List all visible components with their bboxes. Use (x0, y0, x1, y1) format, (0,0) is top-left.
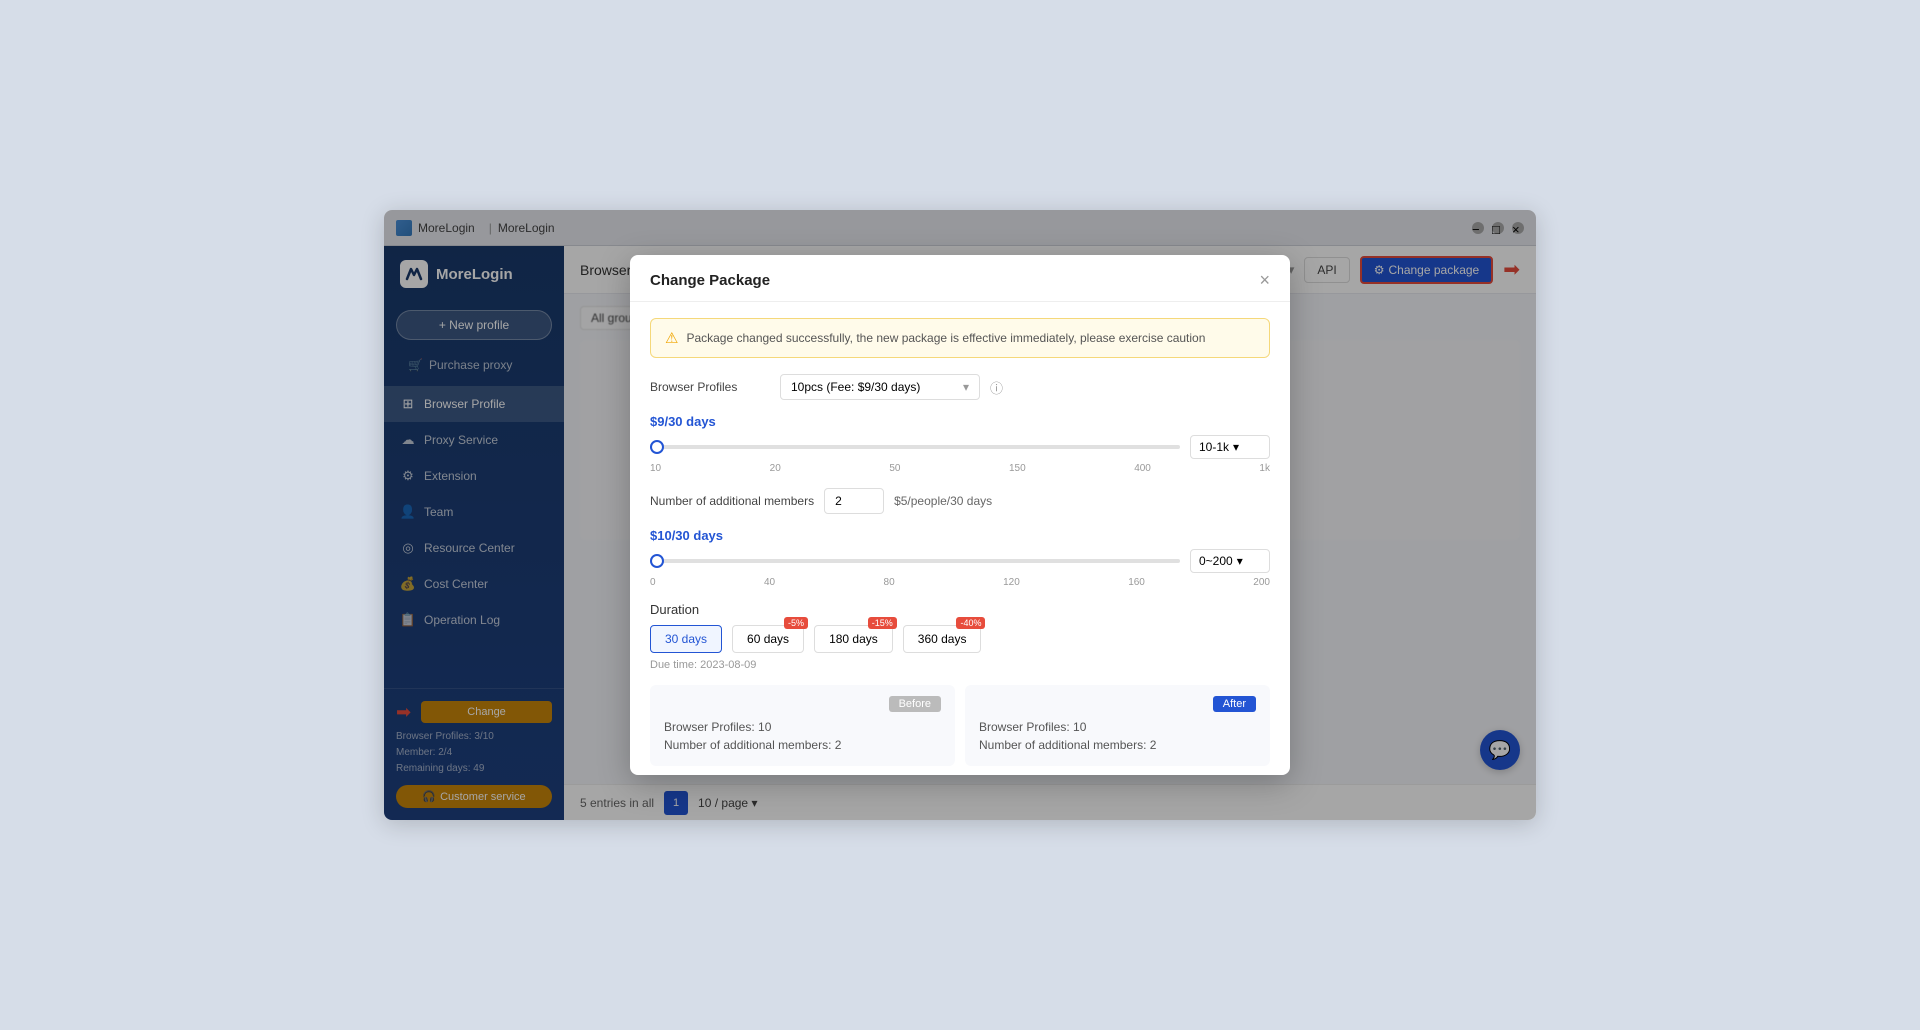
comparison-section: Before Browser Profiles: 10 Number of ad… (650, 685, 1270, 766)
duration-360-btn[interactable]: 360 days (903, 625, 982, 653)
change-package-dialog: Change Package × ⚠ Package changed succe… (630, 255, 1290, 775)
discount-60-badge: -5% (784, 617, 808, 629)
after-panel: After Browser Profiles: 10 Number of add… (965, 685, 1270, 766)
duration-360-wrapper: 360 days -40% (903, 625, 982, 653)
after-bp: Browser Profiles: 10 (979, 720, 1256, 734)
before-members: Number of additional members: 2 (664, 738, 941, 752)
duration-180-wrapper: 180 days -15% (814, 625, 893, 653)
app-body: MoreLogin + New profile 🛒 Purchase proxy… (384, 246, 1536, 820)
slider1-thumb[interactable] (650, 440, 664, 454)
duration-60-btn[interactable]: 60 days (732, 625, 804, 653)
profiles-chevron-icon: ▾ (963, 380, 969, 394)
after-label: After (1213, 696, 1256, 712)
duration-180-btn[interactable]: 180 days (814, 625, 893, 653)
slider1-dropdown[interactable]: 10-1k ▾ (1190, 435, 1270, 459)
before-header: Before (664, 695, 941, 712)
slider1-dropdown-value: 10-1k (1199, 440, 1229, 454)
after-header: After (979, 695, 1256, 712)
slider1-chevron-icon: ▾ (1233, 440, 1239, 454)
slider2-labels: 0 40 80 120 160 200 (650, 577, 1270, 588)
slider2-dropdown[interactable]: 0~200 ▾ (1190, 549, 1270, 573)
slider1-track[interactable] (650, 445, 1180, 449)
slider2-row: 0~200 ▾ (650, 549, 1270, 573)
slider1-section: $9/30 days 10-1k ▾ (650, 414, 1270, 474)
discount-360-badge: -40% (956, 617, 985, 629)
warning-icon: ⚠ (665, 329, 678, 347)
info-icon-1[interactable]: ⓘ (990, 378, 1003, 397)
dialog-header: Change Package × (630, 255, 1290, 302)
app-window: MoreLogin | MoreLogin − □ × MoreLogin + … (384, 210, 1536, 820)
due-time: Due time: 2023-08-09 (650, 659, 1270, 671)
slider2-track[interactable] (650, 559, 1180, 563)
duration-section: Duration 30 days 60 days -5% 180 days -1… (650, 602, 1270, 671)
main-content: Browser Pr... ? 🔧 🔔 ML MoreLogin Support… (564, 246, 1536, 820)
profiles-select[interactable]: 10pcs (Fee: $9/30 days) ▾ (780, 374, 980, 400)
success-banner: ⚠ Package changed successfully, the new … (650, 318, 1270, 358)
success-message: Package changed successfully, the new pa… (686, 331, 1205, 345)
slider2-thumb[interactable] (650, 554, 664, 568)
duration-60-wrapper: 60 days -5% (732, 625, 804, 653)
duration-label: Duration (650, 602, 1270, 617)
slider2-dropdown-value: 0~200 (1199, 554, 1233, 568)
duration-30-btn[interactable]: 30 days (650, 625, 722, 653)
before-bp: Browser Profiles: 10 (664, 720, 941, 734)
slider1-row: 10-1k ▾ (650, 435, 1270, 459)
before-panel: Before Browser Profiles: 10 Number of ad… (650, 685, 955, 766)
due-time-label: Due time: (650, 659, 697, 671)
members-label: Number of additional members (650, 494, 814, 508)
slider1-price: $9/30 days (650, 414, 1270, 429)
profiles-select-value: 10pcs (Fee: $9/30 days) (791, 380, 920, 394)
due-time-value: 2023-08-09 (700, 659, 756, 671)
slider1-labels: 10 20 50 150 400 1k (650, 463, 1270, 474)
members-price-label: $5/people/30 days (894, 494, 992, 508)
slider2-chevron-icon: ▾ (1237, 554, 1243, 568)
browser-profiles-row: Browser Profiles 10pcs (Fee: $9/30 days)… (650, 374, 1270, 400)
slider2-section: $10/30 days 0~200 ▾ (650, 528, 1270, 588)
discount-180-badge: -15% (868, 617, 897, 629)
dialog-close-btn[interactable]: × (1259, 271, 1270, 289)
members-row: Number of additional members $5/people/3… (650, 488, 1270, 514)
dialog-title: Change Package (650, 272, 770, 289)
dialog-body: ⚠ Package changed successfully, the new … (630, 302, 1290, 775)
bp-form-label: Browser Profiles (650, 380, 770, 394)
dialog-overlay: Change Package × ⚠ Package changed succe… (564, 246, 1536, 820)
after-members: Number of additional members: 2 (979, 738, 1256, 752)
members-input[interactable] (824, 488, 884, 514)
slider2-price: $10/30 days (650, 528, 1270, 543)
duration-options: 30 days 60 days -5% 180 days -15% (650, 625, 1270, 653)
before-label: Before (889, 696, 941, 712)
